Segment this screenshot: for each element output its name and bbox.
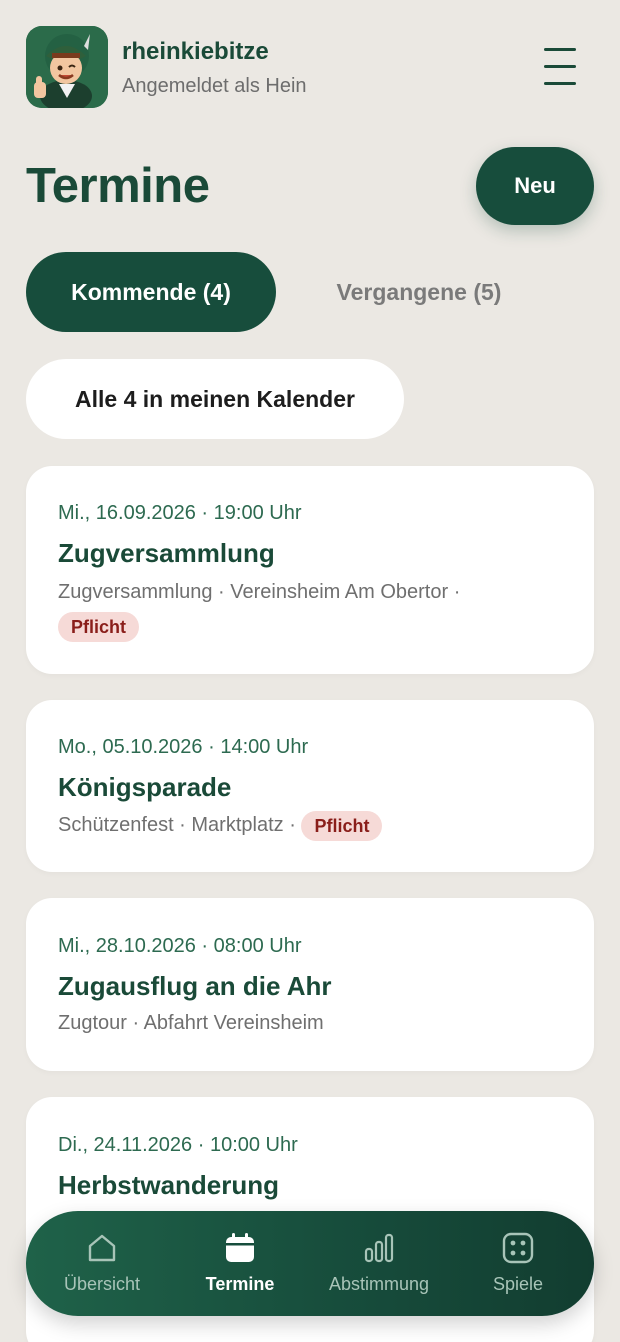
event-card[interactable]: Mi., 16.09.2026 · 19:00 Uhr Zugversammlu…	[26, 466, 594, 674]
mandatory-badge: Pflicht	[58, 611, 140, 642]
event-title: Königsparade	[58, 772, 232, 802]
nav-label: Abstimmung	[328, 1274, 430, 1294]
calendar-icon	[226, 1233, 254, 1262]
page: rheinkiebitze Angemeldet als Hein Termin…	[0, 0, 620, 1342]
app-name: rheinkiebitze	[122, 38, 269, 65]
hamburger-menu-icon[interactable]	[544, 46, 576, 86]
nav-item-overview[interactable]: Übersicht	[31, 1211, 173, 1316]
add-all-to-calendar-button[interactable]: Alle 4 in meinen Kalender	[26, 359, 404, 439]
nav-label: Spiele	[492, 1274, 544, 1294]
event-card[interactable]: Mo., 05.10.2026 · 14:00 Uhr Königsparade…	[26, 700, 594, 872]
bottom-navigation: Übersicht Termine Abstimmung Spiele	[26, 1211, 594, 1316]
nav-item-games[interactable]: Spiele	[447, 1211, 589, 1316]
page-title: Termine	[26, 159, 210, 213]
event-details: Zugversammlung · Vereinsheim Am Obertor …	[58, 581, 461, 603]
event-meta: Schützenfest · Marktplatz · Pflicht	[58, 808, 570, 842]
dice-icon	[502, 1232, 534, 1264]
home-icon	[88, 1234, 116, 1262]
nav-label: Termine	[205, 1274, 275, 1294]
tab-past[interactable]: Vergangene (5)	[290, 252, 548, 332]
event-title: Herbstwanderung	[58, 1170, 280, 1200]
nav-item-termine[interactable]: Termine	[169, 1211, 311, 1316]
event-date: Mi., 28.10.2026 · 08:00 Uhr	[58, 935, 302, 957]
event-date: Di., 24.11.2026 · 10:00 Uhr	[58, 1134, 298, 1156]
event-meta: Zugversammlung · Vereinsheim Am Obertor …	[58, 575, 570, 643]
event-date: Mo., 05.10.2026 · 14:00 Uhr	[58, 736, 309, 758]
nav-label: Übersicht	[63, 1274, 141, 1294]
event-date: Mi., 16.09.2026 · 19:00 Uhr	[58, 502, 302, 524]
event-card[interactable]: Mi., 28.10.2026 · 08:00 Uhr Zugausflug a…	[26, 898, 594, 1071]
app-logo-avatar	[26, 26, 108, 108]
nav-item-voting[interactable]: Abstimmung	[308, 1211, 450, 1316]
event-meta: Zugtour · Abfahrt Vereinsheim	[58, 1006, 570, 1040]
event-details: Zugtour · Abfahrt Vereinsheim	[58, 1012, 324, 1034]
bar-chart-icon	[364, 1233, 394, 1263]
event-title: Zugausflug an die Ahr	[58, 971, 332, 1001]
event-details: Schützenfest · Marktplatz ·	[58, 814, 296, 836]
tab-upcoming[interactable]: Kommende (4)	[26, 252, 276, 332]
event-title: Zugversammlung	[58, 538, 275, 568]
header: rheinkiebitze Angemeldet als Hein	[26, 26, 594, 108]
mandatory-badge: Pflicht	[301, 810, 383, 841]
login-status: Angemeldet als Hein	[122, 75, 307, 97]
new-event-button[interactable]: Neu	[476, 147, 594, 225]
